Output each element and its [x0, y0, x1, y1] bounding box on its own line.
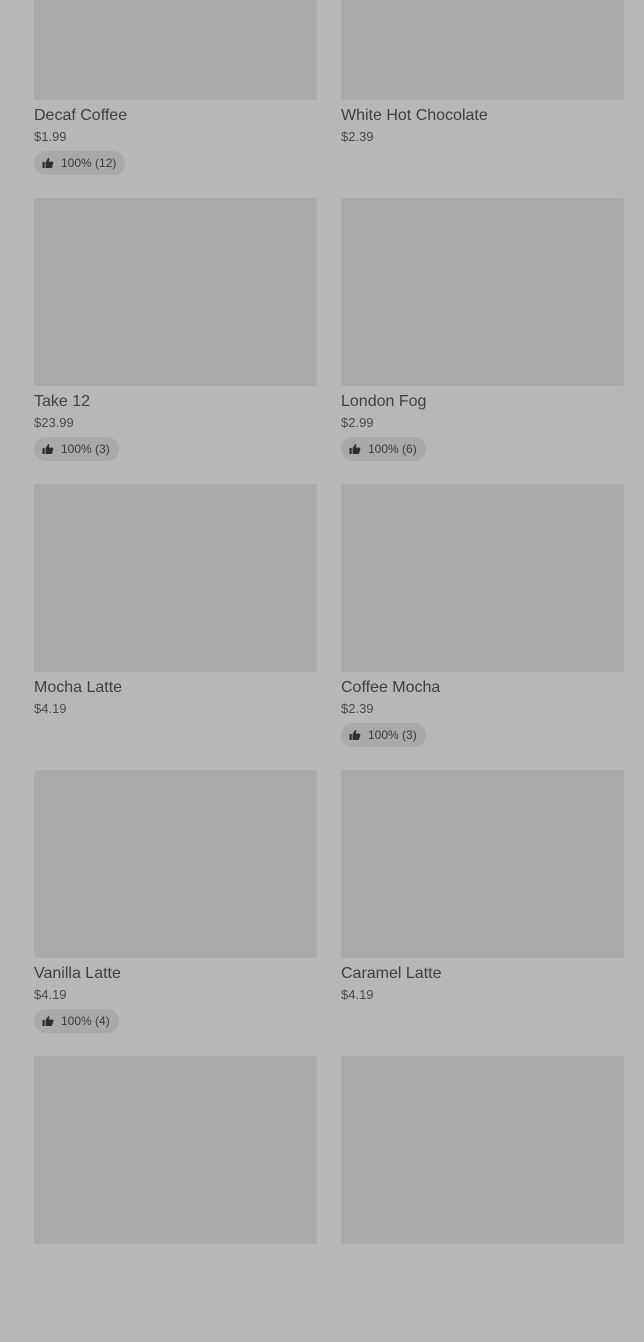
menu-item-name: Mocha Latte [34, 679, 123, 696]
menu-item-image[interactable] [34, 770, 317, 958]
thumbs-up-icon [42, 1015, 54, 1027]
rating-text: 100% (12) [61, 156, 117, 170]
menu-item-image[interactable] [341, 770, 624, 958]
menu-item-card-white-hot-chocolate[interactable]: White Hot Chocolate $2.39 [341, 0, 624, 198]
rating-text: 100% (6) [368, 442, 417, 456]
menu-item-card-coffee-mocha[interactable]: Coffee Mocha $2.39 100% (3) [341, 484, 624, 770]
menu-item-name: Coffee Mocha [341, 679, 441, 696]
menu-item-image[interactable] [34, 198, 317, 386]
menu-item-image[interactable] [341, 0, 624, 100]
rating-text: 100% (3) [368, 728, 417, 742]
menu-item-price: $2.39 [341, 129, 374, 144]
menu-item-price: $23.99 [34, 415, 74, 430]
rating-badge: 100% (3) [34, 437, 119, 461]
menu-item-card-vanilla-latte[interactable]: Vanilla Latte $4.19 100% (4) [34, 770, 317, 1056]
menu-item-name: London Fog [341, 393, 427, 410]
thumbs-up-icon [349, 443, 361, 455]
menu-item-card-mocha-latte[interactable]: Mocha Latte $4.19 [34, 484, 317, 770]
menu-item-price: $1.99 [34, 129, 67, 144]
thumbs-up-icon [42, 443, 54, 455]
menu-item-price: $4.19 [341, 987, 374, 1002]
menu-item-image[interactable] [34, 484, 317, 672]
menu-item-image[interactable] [341, 484, 624, 672]
menu-item-name: Take 12 [34, 393, 91, 410]
menu-item-name: White Hot Chocolate [341, 107, 488, 124]
menu-item-card-london-fog[interactable]: London Fog $2.99 100% (6) [341, 198, 624, 484]
thumbs-up-icon [42, 157, 54, 169]
menu-item-name: Caramel Latte [341, 965, 442, 982]
menu-item-image[interactable] [341, 1056, 624, 1244]
menu-item-price: $4.19 [34, 701, 67, 716]
menu-item-card-partial-left[interactable] [34, 1056, 317, 1342]
rating-badge: 100% (6) [341, 437, 426, 461]
rating-badge: 100% (12) [34, 151, 126, 175]
menu-item-image[interactable] [34, 0, 317, 100]
menu-item-card-caramel-latte[interactable]: Caramel Latte $4.19 [341, 770, 624, 1056]
menu-item-image[interactable] [34, 1056, 317, 1244]
menu-item-price: $2.39 [341, 701, 374, 716]
menu-item-card-partial-right[interactable] [341, 1056, 624, 1342]
thumbs-up-icon [349, 729, 361, 741]
menu-item-name: Decaf Coffee [34, 107, 128, 124]
menu-item-image[interactable] [341, 198, 624, 386]
menu-item-card-take-12[interactable]: Take 12 $23.99 100% (3) [34, 198, 317, 484]
menu-item-name: Vanilla Latte [34, 965, 121, 982]
rating-text: 100% (4) [61, 1014, 110, 1028]
menu-item-price: $2.99 [341, 415, 374, 430]
menu-item-card-decaf-coffee[interactable]: Decaf Coffee $1.99 100% (12) [34, 0, 317, 198]
menu-item-grid: Decaf Coffee $1.99 100% (12) White Hot C… [34, 0, 624, 1342]
rating-badge: 100% (4) [34, 1009, 119, 1033]
rating-text: 100% (3) [61, 442, 110, 456]
menu-item-price: $4.19 [34, 987, 67, 1002]
rating-badge: 100% (3) [341, 723, 426, 747]
